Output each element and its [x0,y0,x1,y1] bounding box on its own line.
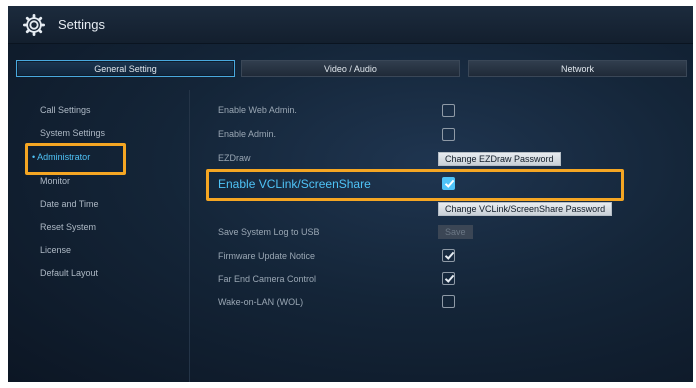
checkmark-icon [444,251,455,260]
settings-screen: Settings General Setting Video / Audio N… [8,6,693,382]
page-title: Settings [58,17,105,32]
sidebar-item-label: Monitor [40,176,71,186]
enable-web-admin-checkbox[interactable] [442,104,455,117]
save-log-label: Save System Log to USB [218,227,320,237]
checkmark-icon [444,274,455,283]
enable-admin-label: Enable Admin. [218,129,277,139]
wake-on-lan-label: Wake-on-LAN (WOL) [218,297,304,307]
sidebar-divider [189,90,190,382]
sidebar-item-label: License [40,245,72,255]
change-vclink-password-button[interactable]: Change VCLink/ScreenShare Password [438,202,613,216]
tab-video-audio[interactable]: Video / Audio [241,60,460,77]
sidebar-item-administrator[interactable]: • Administrator [32,152,90,162]
active-bullet: • [32,152,36,162]
save-log-button[interactable]: Save [438,225,473,239]
enable-admin-checkbox[interactable] [442,128,455,141]
sidebar-item-label: Date and Time [40,199,99,209]
firmware-notice-label: Firmware Update Notice [218,251,316,261]
checkmark-icon [444,179,455,188]
enable-vclink-label: Enable VCLink/ScreenShare [218,177,371,191]
sidebar-item-default-layout[interactable]: Default Layout [40,268,98,278]
wake-on-lan-checkbox[interactable] [442,295,455,308]
sidebar-item-license[interactable]: License [40,245,71,255]
sidebar-item-reset-system[interactable]: Reset System [40,222,96,232]
sidebar-item-label: Call Settings [40,105,91,115]
sidebar-item-label: System Settings [40,128,106,138]
change-ezdraw-password-button[interactable]: Change EZDraw Password [438,152,561,166]
header-bar: Settings [8,6,693,44]
sidebar-item-label: Reset System [40,222,97,232]
tab-network[interactable]: Network [468,60,687,77]
sidebar-item-monitor[interactable]: Monitor [40,176,70,186]
enable-vclink-checkbox[interactable] [442,177,455,190]
far-end-camera-checkbox[interactable] [442,272,455,285]
far-end-camera-label: Far End Camera Control [218,274,317,284]
gear-icon [23,14,45,36]
ezdraw-label: EZDraw [218,153,251,163]
sidebar-item-system-settings[interactable]: System Settings [40,128,105,138]
enable-web-admin-label: Enable Web Admin. [218,105,297,115]
sidebar-item-label: Default Layout [40,268,99,278]
sidebar-item-date-and-time[interactable]: Date and Time [40,199,99,209]
firmware-notice-checkbox[interactable] [442,249,455,262]
sidebar-item-label: Administrator [37,152,91,162]
sidebar-item-call-settings[interactable]: Call Settings [40,105,91,115]
tab-general-setting[interactable]: General Setting [16,60,235,77]
